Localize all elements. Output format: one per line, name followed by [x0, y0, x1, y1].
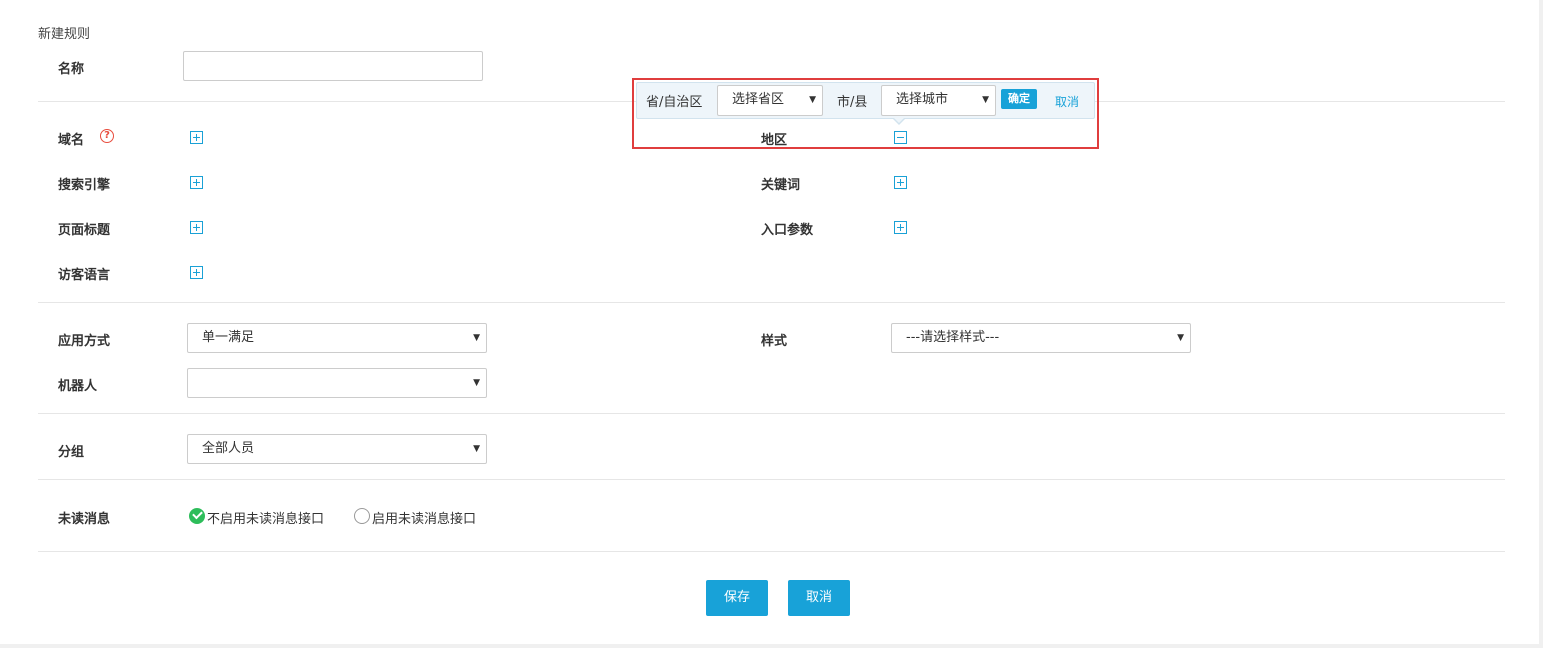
apply-mode-label: 应用方式 [58, 334, 111, 349]
radio-checked-icon[interactable] [189, 508, 205, 524]
province-select[interactable]: 选择省区 ▼ [717, 85, 823, 116]
apply-mode-select[interactable]: 单一满足 ▼ [187, 323, 487, 353]
keyword-label: 关键词 [761, 178, 801, 193]
group-label: 分组 [58, 445, 85, 460]
city-value: 选择城市 [896, 92, 949, 107]
divider [38, 302, 1505, 303]
domain-label: 域名 [58, 133, 85, 148]
page-title: 新建规则 [38, 27, 91, 42]
popup-confirm-button[interactable]: 确定 [1001, 89, 1037, 109]
popup-arrow-inner [893, 117, 905, 123]
divider [38, 413, 1505, 414]
add-search-engine-icon[interactable] [190, 176, 203, 189]
add-entry-param-icon[interactable] [894, 221, 907, 234]
city-label: 市/县 [837, 95, 868, 110]
page-title-label: 页面标题 [58, 223, 111, 238]
caret-down-icon: ▼ [982, 95, 989, 105]
caret-down-icon: ▼ [473, 444, 480, 454]
robot-label: 机器人 [58, 379, 98, 394]
popup-cancel-link[interactable]: 取消 [1055, 93, 1079, 110]
group-select[interactable]: 全部人员 ▼ [187, 434, 487, 464]
radio-unchecked-icon[interactable] [354, 508, 370, 524]
caret-down-icon: ▼ [473, 378, 480, 388]
entry-param-label: 入口参数 [761, 223, 814, 238]
caret-down-icon: ▼ [1177, 333, 1184, 343]
add-keyword-icon[interactable] [894, 176, 907, 189]
style-select[interactable]: ---请选择样式--- ▼ [891, 323, 1191, 353]
add-domain-icon[interactable] [190, 131, 203, 144]
caret-down-icon: ▼ [473, 333, 480, 343]
add-page-title-icon[interactable] [190, 221, 203, 234]
cancel-button[interactable]: 取消 [788, 580, 850, 616]
city-select[interactable]: 选择城市 ▼ [881, 85, 996, 116]
visitor-language-label: 访客语言 [58, 268, 111, 283]
name-input[interactable] [183, 51, 483, 81]
help-icon[interactable]: ? [100, 129, 114, 143]
group-value: 全部人员 [202, 441, 255, 456]
robot-select[interactable]: ▼ [187, 368, 487, 398]
unread-option-on[interactable]: 启用未读消息接口 [372, 508, 476, 527]
caret-down-icon: ▼ [809, 95, 816, 105]
search-engine-label: 搜索引擎 [58, 178, 111, 193]
divider [38, 551, 1505, 552]
save-button[interactable]: 保存 [706, 580, 768, 616]
unread-option-off[interactable]: 不启用未读消息接口 [207, 508, 324, 527]
name-label: 名称 [58, 62, 85, 77]
add-visitor-language-icon[interactable] [190, 266, 203, 279]
unread-label: 未读消息 [58, 512, 111, 527]
divider [38, 479, 1505, 480]
province-label: 省/自治区 [646, 95, 703, 110]
province-value: 选择省区 [732, 92, 785, 107]
style-label: 样式 [761, 334, 788, 349]
apply-mode-value: 单一满足 [202, 330, 255, 345]
region-label: 地区 [761, 133, 788, 148]
collapse-region-icon[interactable] [894, 131, 907, 144]
style-value: ---请选择样式--- [906, 330, 1000, 345]
